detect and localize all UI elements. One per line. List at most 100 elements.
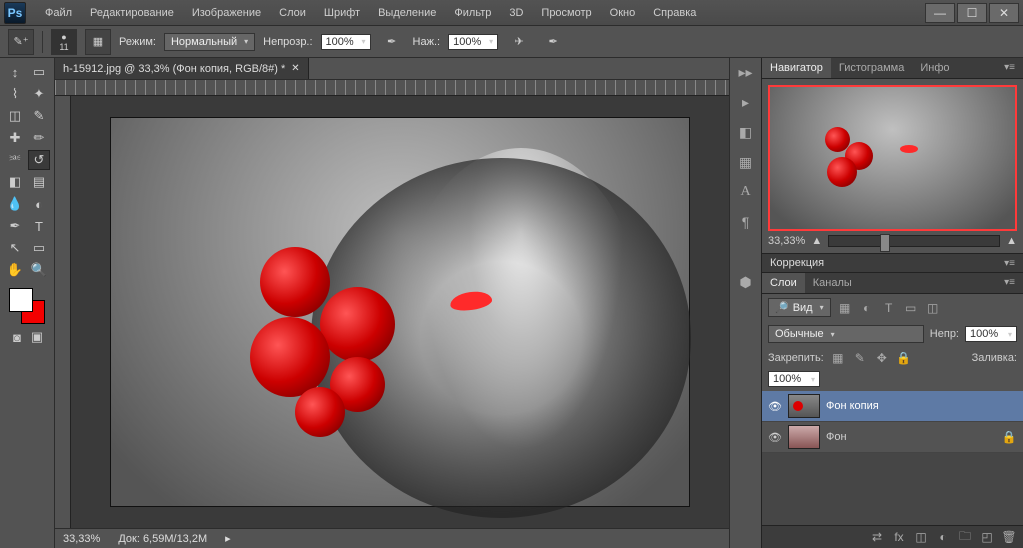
menu-layers[interactable]: Слои [270,3,315,23]
menu-filter[interactable]: Фильтр [445,3,500,23]
paragraph-panel-icon[interactable]: ¶ [736,212,756,232]
color-panel-icon[interactable]: ◧ [736,122,756,142]
menu-window[interactable]: Окно [601,3,645,23]
tab-histogram[interactable]: Гистограмма [831,58,913,78]
close-icon[interactable]: ✕ [291,63,299,74]
blend-mode-select[interactable]: Нормальный [164,33,255,51]
canvas-pane[interactable] [71,96,729,528]
foreground-color-swatch[interactable] [9,288,33,312]
gradient-tool[interactable]: ▤ [28,172,50,192]
wand-tool[interactable]: ✦ [28,84,50,104]
status-menu-chevron[interactable]: ▸ [225,532,231,545]
tab-layers[interactable]: Слои [762,273,805,293]
heal-tool[interactable]: ✚ [4,128,26,148]
eyedropper-tool[interactable]: ✎ [28,106,50,126]
navigator-zoom-slider[interactable] [828,235,1000,247]
dodge-tool[interactable]: ◐ [28,194,50,214]
menu-3d[interactable]: 3D [500,3,532,23]
menu-edit[interactable]: Редактирование [81,3,183,23]
visibility-icon[interactable]: 👁 [768,431,782,444]
layer-fill-input[interactable]: 100% [768,371,820,387]
path-select-tool[interactable]: ↖ [4,238,26,258]
layer-mask-icon[interactable]: ◫ [913,530,929,544]
panel-menu-icon[interactable]: ▾≡ [996,58,1023,78]
layer-opacity-input[interactable]: 100% [965,326,1017,342]
pressure-size-icon[interactable]: ✒ [540,29,566,55]
menu-type[interactable]: Шрифт [315,3,369,23]
navigator-zoom-value[interactable]: 33,33% [768,235,805,247]
filter-smart-icon[interactable]: ◫ [925,301,941,315]
lock-all-icon[interactable]: 🔒 [896,351,912,365]
shape-tool[interactable]: ▭ [28,238,50,258]
layer-name[interactable]: Фон копия [826,400,879,412]
expand-arrow-icon[interactable]: ▸▸ [736,62,756,82]
swatches-panel-icon[interactable]: ▦ [736,152,756,172]
layer-filter-kind[interactable]: 🔎 Вид [768,298,831,317]
corrections-header[interactable]: Коррекция▾≡ [762,253,1023,273]
color-swatches[interactable] [9,288,45,324]
layer-row[interactable]: 👁 Фон копия [762,391,1023,422]
status-doc-info[interactable]: Док: 6,59M/13,2M [118,533,207,545]
layer-thumbnail[interactable] [788,425,820,449]
zoom-in-icon[interactable]: ▲ [1006,235,1017,247]
menu-view[interactable]: Просмотр [532,3,600,23]
brush-tool[interactable]: ✏ [28,128,50,148]
document-tab[interactable]: h-15912.jpg @ 33,3% (Фон копия, RGB/8#) … [55,58,309,79]
tab-navigator[interactable]: Навигатор [762,58,831,78]
maximize-button[interactable]: ☐ [957,3,987,23]
stamp-tool[interactable]: ⎃ [4,150,26,170]
new-layer-icon[interactable]: ◰ [979,530,995,544]
zoom-tool[interactable]: 🔍 [28,260,50,280]
screen-mode-toggle[interactable]: ▣ [29,330,45,344]
move-tool[interactable]: ↕ [4,62,26,82]
minimize-button[interactable]: — [925,3,955,23]
ruler-horizontal[interactable] [55,80,729,96]
airbrush-icon[interactable]: ✈ [506,29,532,55]
quick-mask-toggle[interactable]: ◙ [9,330,25,344]
document-canvas[interactable] [110,117,690,507]
layer-group-icon[interactable]: 🗀 [957,530,973,544]
link-layers-icon[interactable]: ⇄ [869,530,885,544]
pen-tool[interactable]: ✒ [4,216,26,236]
brush-picker[interactable]: ●11 [51,29,77,55]
lock-brush-icon[interactable]: ✎ [852,351,868,365]
opacity-input[interactable]: 100% [321,34,371,50]
ruler-vertical[interactable] [55,96,71,528]
lock-pixels-icon[interactable]: ▦ [830,351,846,365]
filter-shape-icon[interactable]: ▭ [903,301,919,315]
status-zoom[interactable]: 33,33% [63,533,100,545]
blur-tool[interactable]: 💧 [4,194,26,214]
layer-blend-mode[interactable]: Обычные [768,325,924,343]
marquee-tool[interactable]: ▭ [28,62,50,82]
menu-file[interactable]: Файл [36,3,81,23]
type-tool[interactable]: T [28,216,50,236]
hand-tool[interactable]: ✋ [4,260,26,280]
navigator-thumbnail[interactable] [768,85,1017,231]
history-panel-icon[interactable]: ▸ [736,92,756,112]
close-button[interactable]: ✕ [989,3,1019,23]
menu-select[interactable]: Выделение [369,3,445,23]
eraser-tool[interactable]: ◧ [4,172,26,192]
filter-pixel-icon[interactable]: ▦ [837,301,853,315]
lasso-tool[interactable]: ⌇ [4,84,26,104]
filter-type-icon[interactable]: T [881,301,897,315]
character-panel-icon[interactable]: A [736,182,756,202]
layer-fx-icon[interactable]: fx [891,530,907,544]
crop-tool[interactable]: ◫ [4,106,26,126]
adjustment-layer-icon[interactable]: ◐ [935,530,951,544]
filter-adjust-icon[interactable]: ◐ [859,301,875,315]
layer-row[interactable]: 👁 Фон 🔒 [762,422,1023,453]
layer-thumbnail[interactable] [788,394,820,418]
tab-channels[interactable]: Каналы [805,273,860,293]
zoom-out-icon[interactable]: ▲ [811,235,822,247]
tab-info[interactable]: Инфо [912,58,957,78]
history-brush-tool[interactable]: ↺ [28,150,50,170]
layers-menu-icon[interactable]: ▾≡ [996,273,1023,293]
brush-panel-toggle[interactable]: ▦ [85,29,111,55]
visibility-icon[interactable]: 👁 [768,400,782,413]
delete-layer-icon[interactable]: 🗑 [1001,530,1017,544]
flow-input[interactable]: 100% [448,34,498,50]
3d-panel-icon[interactable]: ⬢ [736,272,756,292]
brush-preset-icon[interactable]: ✎⁺ [8,29,34,55]
menu-image[interactable]: Изображение [183,3,270,23]
